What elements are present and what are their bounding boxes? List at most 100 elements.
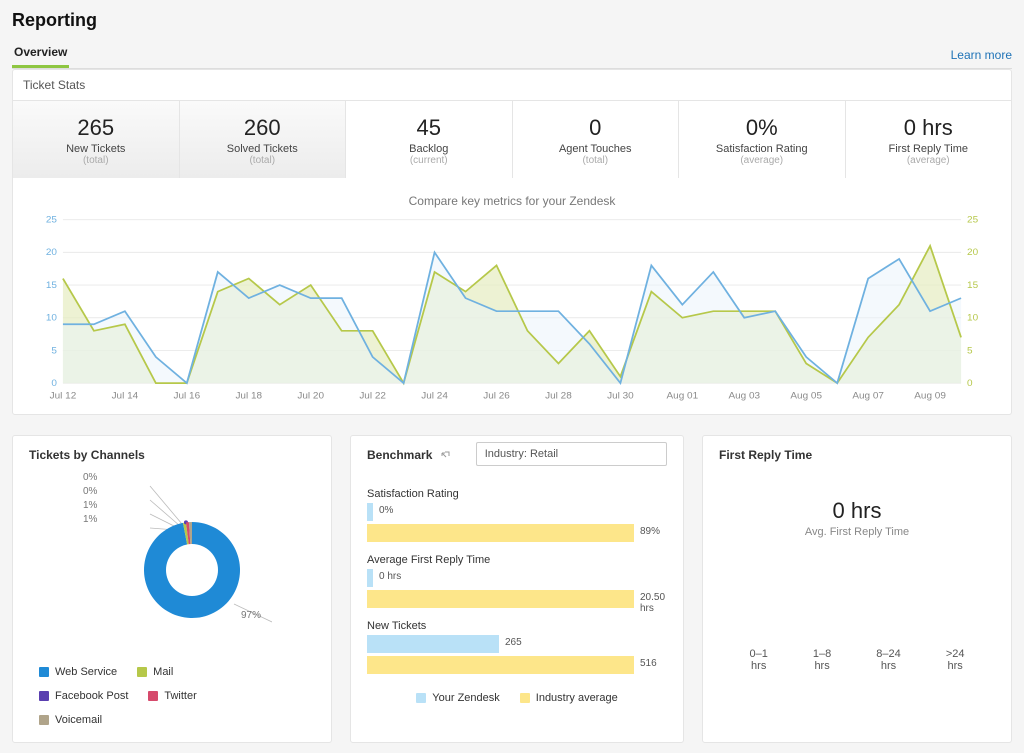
svg-text:Jul 28: Jul 28	[545, 390, 572, 401]
benchmark-bar-industry: 89%	[367, 524, 667, 542]
stat-label: New Tickets	[21, 143, 171, 155]
stat-card[interactable]: 265 New Tickets(total)	[13, 101, 180, 178]
svg-text:5: 5	[51, 345, 57, 356]
stat-card[interactable]: 0% Satisfaction Rating(average)	[679, 101, 846, 178]
donut-callout: 0%	[83, 472, 97, 483]
bottom-row: Tickets by Channels 0% 0% 1% 1% 97% Web …	[12, 435, 1012, 743]
benchmark-row-label: Average First Reply Time	[367, 554, 667, 566]
benchmark-bar-industry: 516	[367, 656, 667, 674]
stat-row: 265New Tickets(total)260Solved Tickets(t…	[13, 101, 1011, 178]
svg-text:20: 20	[46, 247, 58, 258]
svg-text:25: 25	[967, 215, 978, 226]
svg-text:10: 10	[967, 313, 979, 324]
legend-item: Facebook Post	[39, 690, 128, 702]
svg-text:Jul 22: Jul 22	[359, 390, 386, 401]
ticket-stats-header: Ticket Stats	[13, 70, 1011, 101]
svg-text:15: 15	[46, 280, 57, 291]
svg-text:0: 0	[967, 378, 973, 389]
channels-legend: Web Service Mail Facebook Post Twitter Voice…	[13, 658, 331, 742]
page-title: Reporting	[12, 10, 1012, 31]
stat-card[interactable]: 0Agent Touches(total)	[513, 101, 680, 178]
svg-text:0: 0	[51, 378, 57, 389]
svg-text:Aug 07: Aug 07	[852, 390, 884, 401]
donut-callout: 1%	[83, 500, 97, 511]
donut-callout: 0%	[83, 486, 97, 497]
benchmark-bar-industry: 20.50 hrs	[367, 590, 667, 608]
channels-title: Tickets by Channels	[13, 436, 331, 472]
svg-text:20: 20	[967, 247, 979, 258]
stat-sub: (average)	[687, 155, 837, 166]
benchmark-legend: Your Zendesk Industry average	[351, 674, 683, 718]
benchmark-title: Benchmark	[367, 436, 466, 472]
legend-item: Web Service	[39, 666, 117, 678]
tab-overview[interactable]: Overview	[12, 39, 69, 68]
stat-label: Backlog	[354, 143, 504, 155]
reply-bucket: 8–24hrs	[876, 648, 900, 672]
stat-sub: (total)	[21, 155, 171, 166]
svg-text:Aug 05: Aug 05	[790, 390, 822, 401]
donut-callout: 97%	[241, 610, 261, 621]
svg-text:Aug 03: Aug 03	[728, 390, 760, 401]
industry-dropdown[interactable]: Industry: Retail	[476, 442, 667, 466]
benchmark-panel: Benchmark Industry: Retail Satisfaction …	[350, 435, 684, 743]
stat-sub: (total)	[521, 155, 671, 166]
chart-title: Compare key metrics for your Zendesk	[13, 178, 1011, 214]
donut-callout: 1%	[83, 514, 97, 525]
legend-item: Voicemail	[39, 714, 111, 726]
channels-panel: Tickets by Channels 0% 0% 1% 1% 97% Web …	[12, 435, 332, 743]
learn-more-link[interactable]: Learn more	[951, 48, 1012, 68]
stat-value: 260	[188, 115, 338, 141]
first-reply-sub: Avg. First Reply Time	[703, 526, 1011, 538]
benchmark-bar-your: 0 hrs	[367, 569, 667, 587]
stat-label: Satisfaction Rating	[687, 143, 837, 155]
first-reply-panel: First Reply Time 0 hrs Avg. First Reply …	[702, 435, 1012, 743]
reply-bucket: 1–8hrs	[813, 648, 831, 672]
stat-label: Solved Tickets	[188, 143, 338, 155]
benchmark-row-label: New Tickets	[367, 620, 667, 632]
stat-value: 0	[521, 115, 671, 141]
legend-your-zendesk: Your Zendesk	[416, 692, 499, 704]
svg-text:Aug 09: Aug 09	[914, 390, 946, 401]
reply-bucket: >24hrs	[946, 648, 965, 672]
external-link-icon[interactable]	[440, 451, 450, 461]
benchmark-bars: Satisfaction Rating 0% 89% Average First Re…	[351, 472, 683, 674]
stat-value: 265	[21, 115, 171, 141]
benchmark-row-label: Satisfaction Rating	[367, 488, 667, 500]
svg-text:Jul 16: Jul 16	[174, 390, 201, 401]
stat-value: 0%	[687, 115, 837, 141]
svg-text:Jul 18: Jul 18	[235, 390, 262, 401]
svg-text:Jul 14: Jul 14	[112, 390, 139, 401]
benchmark-bar-your: 0%	[367, 503, 667, 521]
legend-item: Twitter	[148, 690, 220, 702]
svg-text:5: 5	[967, 345, 973, 356]
stat-value: 0 hrs	[854, 115, 1004, 141]
stat-card[interactable]: 45 Backlog(current)	[346, 101, 513, 178]
donut-chart: 0% 0% 1% 1% 97%	[13, 472, 331, 658]
stat-card[interactable]: 260 Solved Tickets(total)	[180, 101, 347, 178]
legend-item: Mail	[137, 666, 209, 678]
first-reply-body: 0 hrs Avg. First Reply Time	[703, 472, 1011, 538]
svg-text:Jul 30: Jul 30	[607, 390, 634, 401]
stat-sub: (total)	[188, 155, 338, 166]
stat-sub: (average)	[854, 155, 1004, 166]
ticket-stats-panel: Ticket Stats 265New Tickets(total)260Sol…	[12, 69, 1012, 415]
stat-sub: (current)	[354, 155, 504, 166]
svg-text:10: 10	[46, 313, 58, 324]
svg-text:15: 15	[967, 280, 978, 291]
svg-text:25: 25	[46, 215, 57, 226]
benchmark-head: Benchmark Industry: Retail	[351, 436, 683, 472]
stat-card[interactable]: 0 hrs First Reply Time(average)	[846, 101, 1012, 178]
svg-text:Jul 12: Jul 12	[50, 390, 77, 401]
svg-text:Aug 01: Aug 01	[667, 390, 699, 401]
stat-value: 45	[354, 115, 504, 141]
legend-industry-avg: Industry average	[520, 692, 618, 704]
first-reply-value: 0 hrs	[703, 498, 1011, 524]
svg-text:Jul 24: Jul 24	[421, 390, 448, 401]
tabs-row: Overview Learn more	[12, 39, 1012, 69]
svg-text:Jul 20: Jul 20	[297, 390, 324, 401]
first-reply-buckets: 0–1hrs 1–8hrs 8–24hrs >24hrs	[703, 538, 1011, 690]
benchmark-bar-your: 265	[367, 635, 667, 653]
reply-bucket: 0–1hrs	[750, 648, 768, 672]
first-reply-title: First Reply Time	[703, 436, 1011, 472]
stat-label: First Reply Time	[854, 143, 1004, 155]
